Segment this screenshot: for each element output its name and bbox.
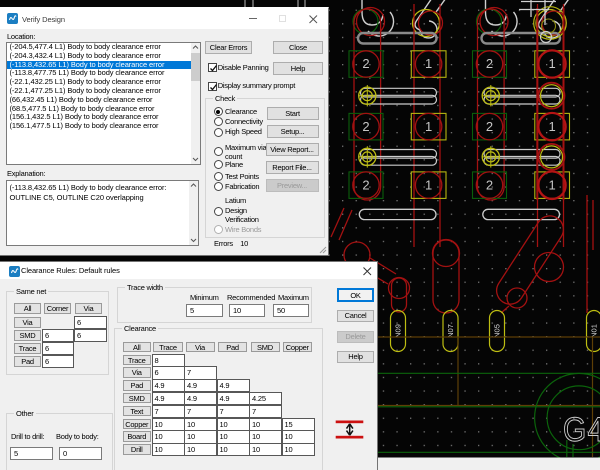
svg-text:N05: N05 — [493, 324, 502, 338]
svg-text:N09: N09 — [394, 324, 403, 338]
svg-text:N07: N07 — [446, 324, 455, 338]
svg-text:N01: N01 — [590, 324, 599, 338]
svg-text:G4: G4 — [563, 410, 600, 448]
